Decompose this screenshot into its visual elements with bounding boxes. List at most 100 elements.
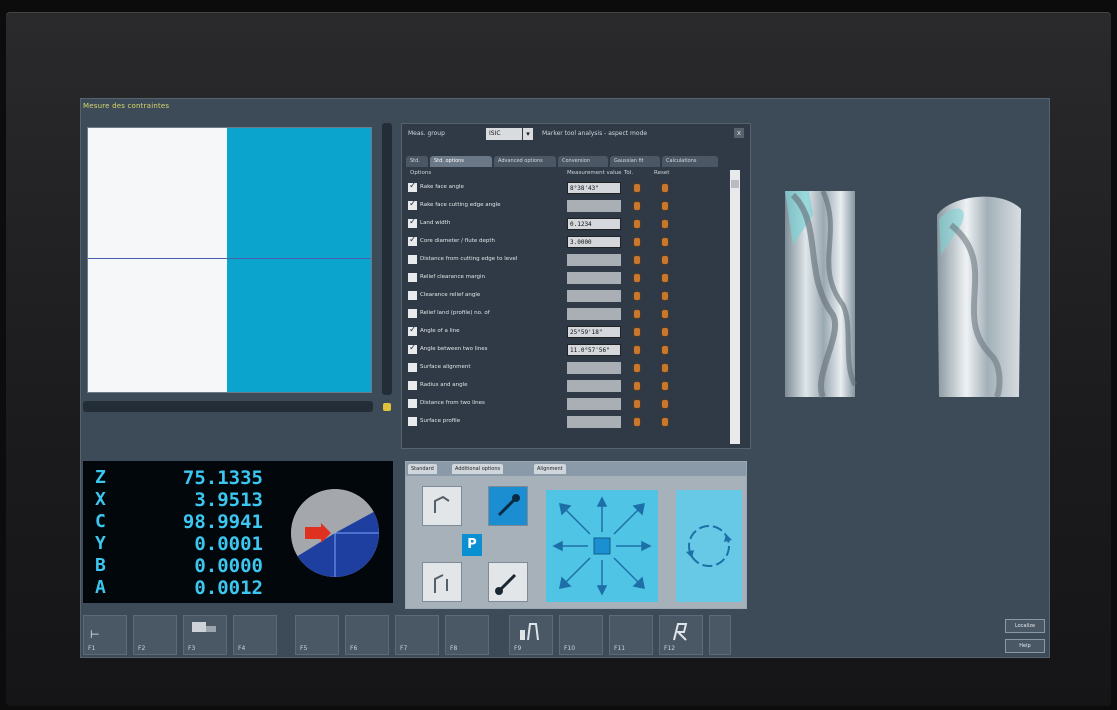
reset-pin-icon[interactable] [662,202,668,210]
reset-pin-icon[interactable] [662,274,668,282]
reset-pin-icon[interactable] [662,346,668,354]
reset-pin-icon[interactable] [662,256,668,264]
xy-jog-pad[interactable] [546,490,658,602]
row-checkbox[interactable] [408,255,417,264]
fkey-f7[interactable]: F7 [395,615,439,655]
fkey-f10[interactable]: F10 [559,615,603,655]
tab-alignment[interactable]: Alignment [534,464,566,474]
row-value[interactable] [567,290,621,302]
row-value[interactable]: 11.0°57'56" [567,344,621,356]
options-scrollbar[interactable] [730,170,740,444]
zoom-corner-icon[interactable] [383,403,391,411]
fkey-f8[interactable]: F8 [445,615,489,655]
row-value[interactable] [567,416,621,428]
row-value[interactable]: 25°59'18" [567,326,621,338]
fkey-label: F10 [564,645,576,652]
tolerance-pin-icon[interactable] [634,364,640,372]
fkey-f3[interactable]: F3 [183,615,227,655]
row-checkbox[interactable] [408,217,417,228]
tab-advanced[interactable]: Advanced options [494,156,556,167]
tab-calculations[interactable]: Calculations [662,156,718,167]
reset-pin-icon[interactable] [662,418,668,426]
image-viewer[interactable] [87,127,372,393]
row-value[interactable]: 0.1234 [567,218,621,230]
row-checkbox[interactable] [408,235,417,246]
fkey-f2[interactable]: F2 [133,615,177,655]
row-checkbox[interactable] [408,363,417,372]
tolerance-pin-icon[interactable] [634,328,640,336]
row-value[interactable]: 3.0000 [567,236,621,248]
axis-value: 75.1335 [182,467,263,489]
reset-pin-icon[interactable] [662,238,668,246]
row-value[interactable] [567,398,621,410]
row-checkbox[interactable] [408,417,417,426]
scroll-thumb[interactable] [731,180,739,188]
row-checkbox[interactable] [408,309,417,318]
reset-pin-icon[interactable] [662,364,668,372]
tolerance-pin-icon[interactable] [634,202,640,210]
row-checkbox[interactable] [408,273,417,282]
tolerance-pin-icon[interactable] [634,184,640,192]
tolerance-pin-icon[interactable] [634,292,640,300]
move-diagonal-up-button[interactable] [488,486,528,526]
probe-down-button[interactable] [422,562,462,602]
tolerance-pin-icon[interactable] [634,382,640,390]
fkey-page-button[interactable] [709,615,731,655]
reset-pin-icon[interactable] [662,184,668,192]
tab-standard[interactable]: Standard [408,464,437,474]
tolerance-pin-icon[interactable] [634,238,640,246]
fkey-f11[interactable]: F11 [609,615,653,655]
localize-button[interactable]: Localize [1005,619,1045,633]
fkey-label: F11 [614,645,626,652]
reset-pin-icon[interactable] [662,292,668,300]
row-value[interactable] [567,362,621,374]
tolerance-pin-icon[interactable] [634,256,640,264]
reset-pin-icon[interactable] [662,382,668,390]
row-checkbox[interactable] [408,343,417,354]
row-checkbox[interactable] [408,381,417,390]
row-value[interactable] [567,200,621,212]
tolerance-pin-icon[interactable] [634,418,640,426]
reset-pin-icon[interactable] [662,310,668,318]
row-value[interactable] [567,254,621,266]
fkey-f12[interactable]: F12 [659,615,703,655]
row-checkbox[interactable] [408,399,417,408]
row-value[interactable] [567,380,621,392]
chevron-down-icon[interactable]: ▾ [523,128,533,140]
fkey-f6[interactable]: F6 [345,615,389,655]
tolerance-pin-icon[interactable] [634,346,640,354]
fkey-f4[interactable]: F4 [233,615,277,655]
rotation-jog-pad[interactable] [676,490,742,602]
tab-conversion[interactable]: Conversion [558,156,608,167]
tolerance-pin-icon[interactable] [634,310,640,318]
fkey-f5[interactable]: F5 [295,615,339,655]
fkey-f9[interactable]: F9 [509,615,553,655]
reset-pin-icon[interactable] [662,400,668,408]
tab-std[interactable]: Std. [406,156,428,167]
row-value[interactable]: 8°38'43" [567,182,621,194]
close-button[interactable]: x [734,128,744,138]
row-checkbox[interactable] [408,181,417,192]
probe-p-button[interactable]: P [462,534,482,556]
group-select[interactable]: ISIC [486,128,522,140]
row-value[interactable] [567,308,621,320]
row-checkbox[interactable] [408,199,417,210]
tolerance-pin-icon[interactable] [634,274,640,282]
row-checkbox[interactable] [408,291,417,300]
viewer-horizontal-scrollbar[interactable] [83,401,373,412]
move-diagonal-down-button[interactable] [488,562,528,602]
probe-up-button[interactable] [422,486,462,526]
tab-gaussian[interactable]: Gaussian fit [610,156,660,167]
tolerance-pin-icon[interactable] [634,220,640,228]
tolerance-pin-icon[interactable] [634,400,640,408]
fkey-f1[interactable]: ⊢ F1 [83,615,127,655]
row-label: Relief clearance margin [420,274,486,280]
tab-additional[interactable]: Additional options [452,464,504,474]
row-checkbox[interactable] [408,325,417,336]
reset-pin-icon[interactable] [662,220,668,228]
tab-std-options[interactable]: Std. options [430,156,492,167]
reset-pin-icon[interactable] [662,328,668,336]
viewer-vertical-scrollbar[interactable] [382,123,392,395]
help-button[interactable]: Help [1005,639,1045,653]
row-value[interactable] [567,272,621,284]
